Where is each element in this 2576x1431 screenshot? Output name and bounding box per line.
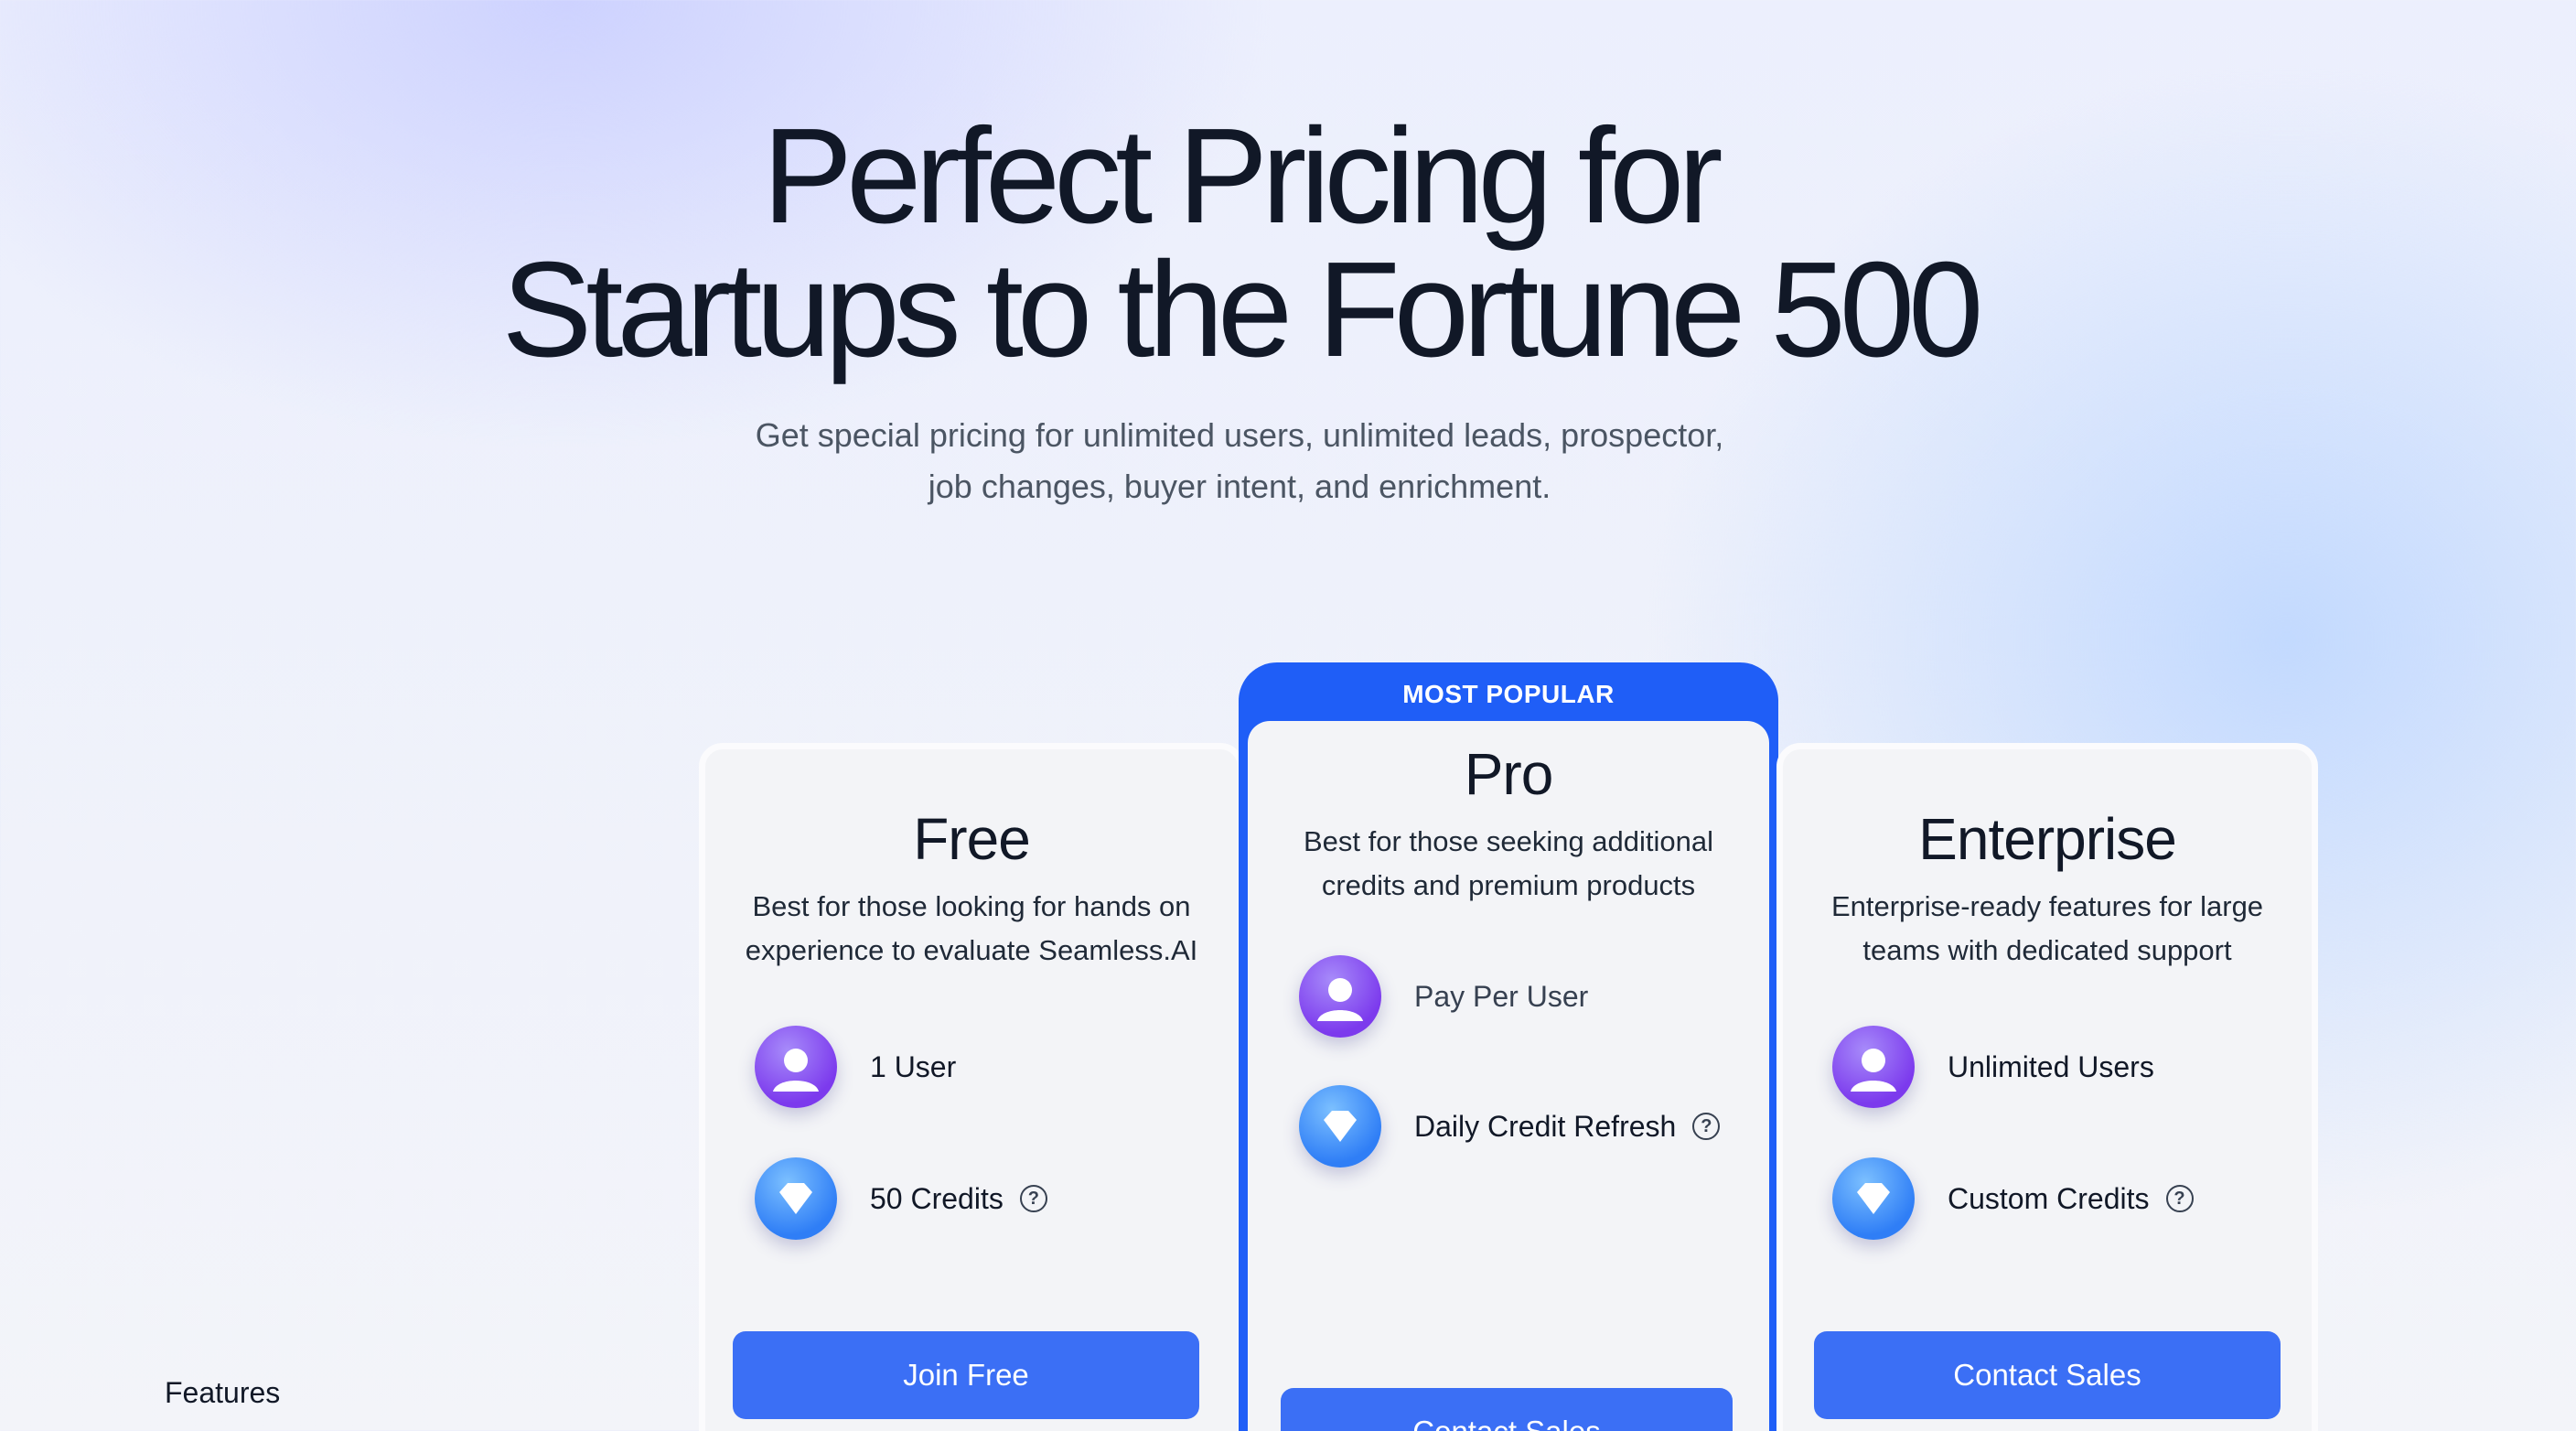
feature-credits-enterprise: Custom Credits ? (1832, 1157, 2194, 1240)
plan-description-enterprise: Enterprise-ready features for large team… (1783, 885, 2312, 973)
feature-credits-text: Daily Credit Refresh (1414, 1109, 1677, 1143)
feature-users-label: 1 User (870, 1050, 956, 1084)
feature-users-enterprise: Unlimited Users (1832, 1026, 2154, 1108)
plan-card-enterprise: Enterprise Enterprise-ready features for… (1776, 743, 2318, 1431)
feature-credits-label: Daily Credit Refresh ? (1414, 1109, 1721, 1144)
plan-description-pro: Best for those seeking additional credit… (1248, 820, 1769, 908)
help-circle-icon[interactable]: ? (1692, 1113, 1721, 1140)
feature-credits-text: 50 Credits (870, 1181, 1004, 1215)
most-popular-badge: MOST POPULAR (1402, 680, 1615, 708)
hero-section: Perfect Pricing for Startups to the Fort… (0, 101, 2479, 512)
feature-users-free: 1 User (755, 1026, 956, 1108)
plan-description-free-line-2: experience to evaluate Seamless.AI (745, 934, 1198, 966)
page-title-line-2: Startups to the Fortune 500 (501, 234, 1984, 385)
join-free-button[interactable]: Join Free (733, 1331, 1199, 1419)
feature-credits-label: Custom Credits ? (1948, 1182, 2194, 1216)
diamond-icon (1832, 1157, 1915, 1240)
page-title-line-1: Perfect Pricing for (762, 101, 1723, 252)
plan-description-enterprise-line-1: Enterprise-ready features for large (1830, 890, 2264, 922)
help-circle-icon[interactable]: ? (1019, 1185, 1047, 1212)
user-avatar-icon (1832, 1026, 1915, 1108)
page-subtitle-line-1: Get special pricing for unlimited users,… (755, 416, 1724, 454)
page-subtitle: Get special pricing for unlimited users,… (0, 410, 2479, 512)
diamond-icon (755, 1157, 837, 1240)
feature-users-pro: Pay Per User (1299, 955, 1588, 1038)
plan-card-free: Free Best for those looking for hands on… (699, 743, 1244, 1431)
feature-users-label: Pay Per User (1414, 980, 1588, 1014)
page-subtitle-line-2: job changes, buyer intent, and enrichmen… (928, 468, 1551, 505)
plan-description-enterprise-line-2: teams with dedicated support (1862, 934, 2232, 966)
plan-name-pro: Pro (1464, 741, 1554, 807)
feature-users-text: Pay Per User (1414, 979, 1589, 1013)
plan-name-enterprise: Enterprise (1918, 806, 2177, 872)
diamond-icon (1299, 1085, 1381, 1167)
feature-credits-label: 50 Credits ? (870, 1182, 1047, 1216)
feature-users-text: Unlimited Users (1948, 1049, 2154, 1083)
plan-description-free-line-1: Best for those looking for hands on (752, 890, 1191, 922)
feature-credits-pro: Daily Credit Refresh ? (1299, 1085, 1721, 1167)
feature-users-label: Unlimited Users (1948, 1050, 2154, 1084)
plan-card-pro-body: Pro Best for those seeking additional cr… (1248, 721, 1769, 1431)
feature-credits-text: Custom Credits (1948, 1181, 2150, 1215)
plan-card-pro: MOST POPULAR Pro Best for those seeking … (1239, 662, 1778, 1431)
help-circle-icon[interactable]: ? (2165, 1185, 2194, 1212)
plan-description-pro-line-2: credits and premium products (1321, 869, 1696, 901)
plan-description-free: Best for those looking for hands on expe… (705, 885, 1238, 973)
contact-sales-button-enterprise[interactable]: Contact Sales (1814, 1331, 2281, 1419)
plan-description-pro-line-1: Best for those seeking additional (1303, 825, 1714, 857)
feature-credits-free: 50 Credits ? (755, 1157, 1047, 1240)
features-link[interactable]: Features (165, 1376, 280, 1410)
plan-name-free: Free (913, 806, 1031, 872)
user-avatar-icon (1299, 955, 1381, 1038)
page-title: Perfect Pricing for Startups to the Fort… (0, 101, 2479, 385)
contact-sales-button-pro[interactable]: Contact Sales (1281, 1388, 1733, 1431)
feature-users-text: 1 User (870, 1049, 957, 1083)
user-avatar-icon (755, 1026, 837, 1108)
